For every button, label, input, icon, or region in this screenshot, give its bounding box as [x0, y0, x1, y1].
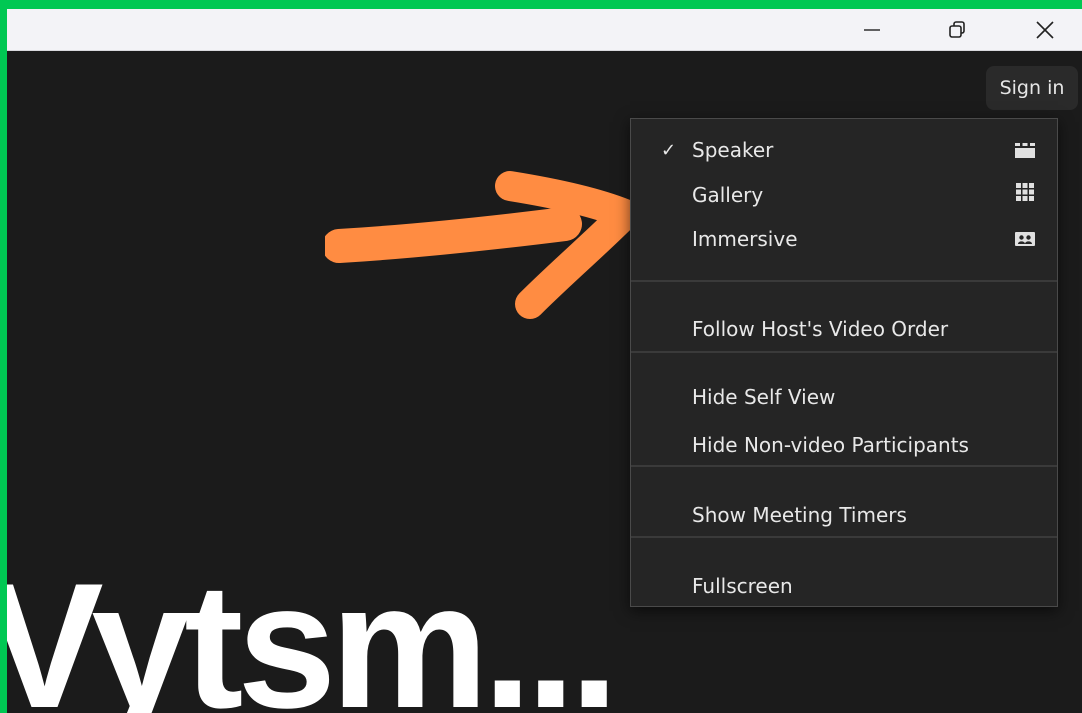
checkmark-icon: ✓ [661, 139, 677, 161]
menu-item-label: Hide Self View [692, 385, 836, 409]
arrow-annotation-icon [325, 171, 640, 319]
menu-separator [631, 465, 1057, 467]
menu-item-hide-self-view[interactable]: Hide Self View [631, 377, 1057, 417]
minimize-button[interactable] [844, 9, 900, 50]
menu-separator [631, 280, 1057, 282]
menu-item-gallery[interactable]: Gallery [631, 175, 1057, 215]
close-button[interactable] [1017, 9, 1073, 50]
sign-in-button[interactable]: Sign in [986, 66, 1078, 110]
meeting-window: Sign in Vytsm... ✓ Speaker Gallery Immer… [7, 9, 1082, 713]
restore-icon [949, 20, 965, 38]
menu-item-label: Show Meeting Timers [692, 503, 907, 527]
menu-item-label: Immersive [692, 227, 798, 251]
menu-item-follow-host-video-order[interactable]: Follow Host's Video Order [631, 309, 1057, 349]
menu-item-fullscreen[interactable]: Fullscreen [631, 566, 1057, 606]
restore-button[interactable] [929, 9, 985, 50]
menu-item-label: Hide Non-video Participants [692, 433, 969, 457]
meeting-name-text: Vytsm... [7, 546, 619, 713]
menu-item-speaker[interactable]: ✓ Speaker [631, 130, 1057, 170]
immersive-view-icon [1015, 232, 1035, 246]
menu-separator [631, 536, 1057, 538]
speaker-view-icon [1015, 143, 1035, 158]
menu-item-label: Gallery [692, 183, 764, 207]
menu-item-label: Follow Host's Video Order [692, 317, 949, 341]
menu-item-hide-non-video-participants[interactable]: Hide Non-video Participants [631, 425, 1057, 465]
menu-item-label: Fullscreen [692, 574, 793, 598]
menu-item-label: Speaker [692, 138, 774, 162]
menu-item-immersive[interactable]: Immersive [631, 219, 1057, 259]
menu-item-show-meeting-timers[interactable]: Show Meeting Timers [631, 495, 1057, 535]
view-menu: ✓ Speaker Gallery Immersive Follow Host'… [630, 118, 1058, 607]
title-bar [7, 9, 1082, 51]
close-icon [1036, 20, 1054, 39]
gallery-grid-icon [1016, 183, 1034, 201]
menu-separator [631, 351, 1057, 353]
minimize-icon [864, 28, 880, 31]
